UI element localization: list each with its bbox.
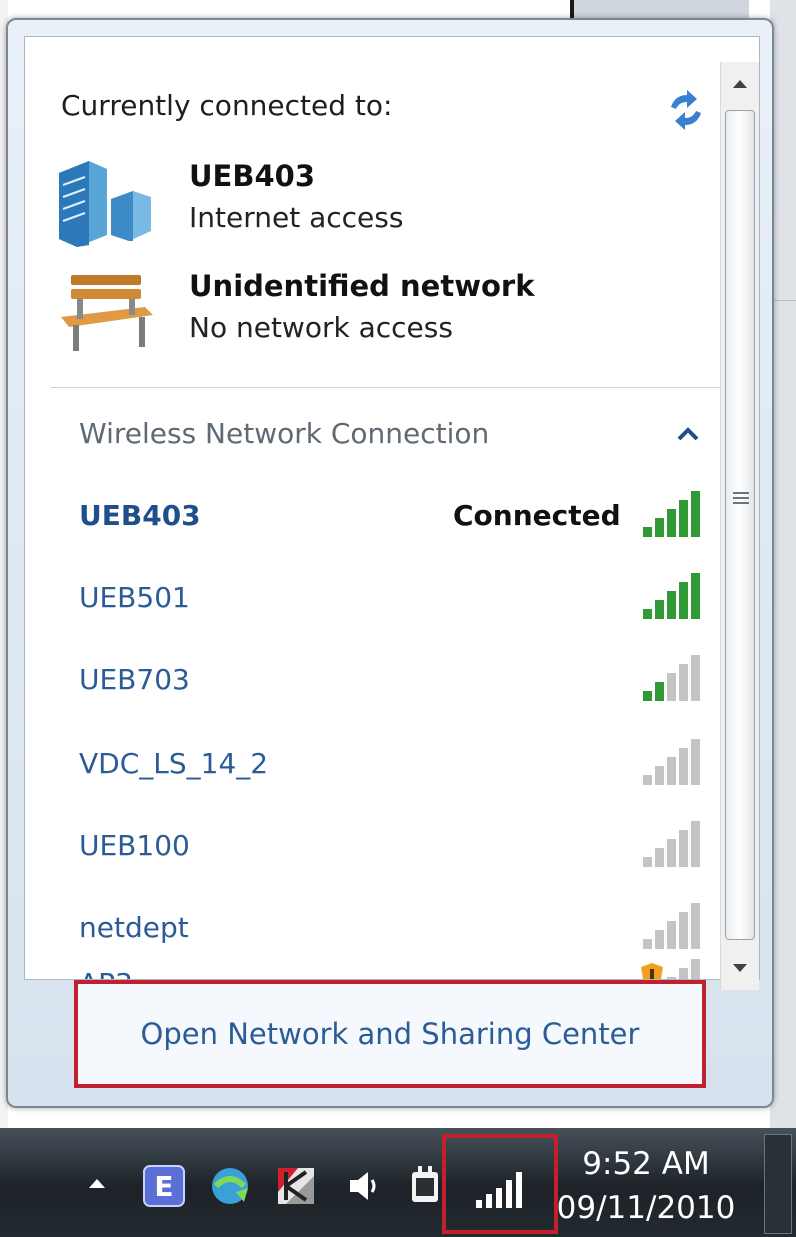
signal-strength-icon [643,491,700,537]
signal-bar [667,673,676,701]
network-name: UEB501 [79,581,190,614]
signal-bar [655,930,664,949]
network-item-ueb501[interactable]: UEB501 [53,563,703,635]
taskbar-network-highlight [442,1134,558,1234]
signal-bar [679,830,688,867]
connection-unidentified: Unidentified network No network access [55,265,695,365]
currently-connected-title: Currently connected to: [61,89,393,122]
security-shield-icon [641,963,663,979]
signal-bar [655,518,664,537]
kaspersky-tray-icon[interactable] [272,1162,320,1210]
signal-strength-icon [643,739,700,785]
network-name: UEB703 [79,663,190,696]
wireless-section-title: Wireless Network Connection [79,417,490,450]
signal-bar [667,757,676,785]
connection-status: Internet access [189,201,404,234]
signal-bar [655,600,664,619]
chevron-up-icon[interactable] [673,421,703,447]
signal-bar [667,839,676,867]
volume-speaker-icon[interactable] [340,1162,388,1210]
connection-name: Unidentified network [189,269,535,303]
clock-date[interactable]: 09/11/2010 [556,1190,736,1226]
signal-bar [679,664,688,701]
signal-bar [691,655,700,701]
signal-bar [679,500,688,537]
signal-strength-icon [643,821,700,867]
download-manager-tray-icon[interactable] [206,1162,254,1210]
signal-bar [643,857,652,867]
network-name: UEB100 [79,829,190,862]
signal-bar [667,591,676,619]
scroll-up-arrow-icon[interactable] [721,62,759,106]
signal-strength-icon [643,573,700,619]
show-desktop-button[interactable] [764,1134,792,1234]
signal-bar [655,766,664,785]
connection-ueb403: UEB403 Internet access [55,155,695,255]
signal-bar [667,509,676,537]
section-divider [51,387,731,388]
signal-strength-icon [643,903,700,949]
connection-name: UEB403 [189,159,315,193]
signal-bar [679,968,688,979]
signal-strength-icon [643,655,700,701]
connected-label: Connected [453,499,621,532]
signal-bar [691,739,700,785]
park-bench-icon [61,275,153,351]
signal-bar [643,609,652,619]
network-item-ueb100[interactable]: UEB100 [53,811,703,883]
signal-bar [679,582,688,619]
e-app-tray-icon[interactable]: E [140,1162,188,1210]
grip-lines-icon [733,492,749,504]
network-list-scrollbar[interactable] [720,62,759,990]
network-name: UEB403 [79,499,201,532]
signal-bar [691,573,700,619]
svg-text:E: E [154,1170,173,1203]
signal-bar [679,748,688,785]
signal-bar [691,821,700,867]
signal-bar [691,903,700,949]
clock-time[interactable]: 9:52 AM [556,1146,736,1182]
network-flyout-panel: Currently connected to: UEB403 Internet … [24,36,760,980]
signal-bar [691,959,700,979]
signal-bar [667,921,676,949]
network-item-ueb403[interactable]: UEB403 Connected [53,481,703,553]
network-signal-tray-icon[interactable] [474,1170,526,1210]
signal-bar [655,682,664,701]
signal-bar [679,912,688,949]
network-building-icon [59,161,151,247]
network-flyout: Currently connected to: UEB403 Internet … [6,18,774,1108]
signal-bar [643,691,652,701]
signal-bar [691,491,700,537]
connection-status: No network access [189,311,453,344]
wireless-section-header[interactable]: Wireless Network Connection [53,401,733,465]
scrollbar-thumb[interactable] [725,110,755,940]
scroll-down-arrow-icon[interactable] [721,946,759,990]
network-name: netdept [79,911,189,944]
show-hidden-icons-arrow-icon[interactable] [84,1170,110,1196]
network-item-ueb703[interactable]: UEB703 [53,645,703,717]
refresh-icon[interactable] [661,85,711,135]
signal-bar [643,775,652,785]
network-name: VDC_LS_14_2 [79,747,269,780]
open-network-sharing-center-link[interactable]: Open Network and Sharing Center [78,984,702,1084]
signal-bar [643,527,652,537]
footer-highlight-box: Open Network and Sharing Center [74,980,706,1088]
signal-bar [655,848,664,867]
network-name: AP3 [79,967,133,979]
taskbar: E 9:52 AM 09/11/2010 [0,1128,796,1237]
network-item-ap3[interactable]: AP3 [53,949,703,979]
network-item-vdc-ls-14-2[interactable]: VDC_LS_14_2 [53,729,703,801]
signal-bar [643,939,652,949]
